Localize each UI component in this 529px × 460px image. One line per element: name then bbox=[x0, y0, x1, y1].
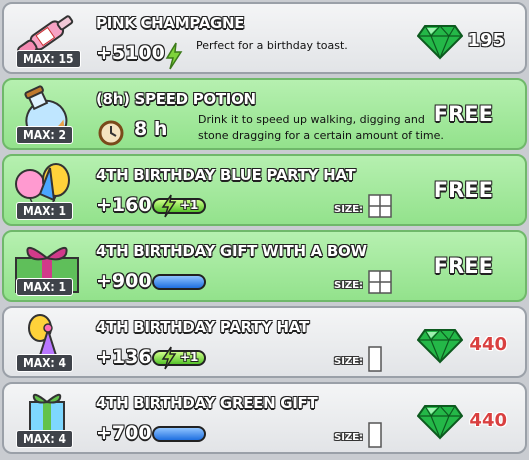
size-label: SIZE: bbox=[334, 432, 364, 443]
item-name: 4TH BIRTHDAY PARTY HAT bbox=[96, 318, 309, 336]
max-quantity-badge: MAX: 4 bbox=[16, 354, 74, 372]
max-quantity-badge: MAX: 1 bbox=[16, 278, 74, 296]
shop-item-blue-party-hat[interactable]: MAX: 1 4TH BIRTHDAY BLUE PARTY HAT +160 … bbox=[2, 154, 527, 226]
score-value: +5100 bbox=[96, 42, 165, 64]
lightning-icon bbox=[161, 194, 177, 218]
shop-item-party-hat[interactable]: MAX: 4 4TH BIRTHDAY PARTY HAT +136 +1 SI… bbox=[2, 306, 527, 378]
duration-value: 8 h bbox=[134, 118, 168, 140]
shop-item-green-gift[interactable]: MAX: 4 4TH BIRTHDAY GREEN GIFT +700 SIZE… bbox=[2, 382, 527, 454]
blue-bar-pill bbox=[152, 426, 206, 442]
size-grid-icon bbox=[368, 270, 392, 294]
score-value: +160 bbox=[96, 194, 152, 216]
score-value: +700 bbox=[96, 422, 152, 444]
emerald-gem-icon bbox=[417, 405, 463, 440]
item-name: (8h) SPEED POTION bbox=[96, 90, 256, 108]
price-value: 440 bbox=[469, 410, 507, 431]
size-label: SIZE: bbox=[334, 356, 364, 367]
energy-bonus-value: +1 bbox=[180, 198, 199, 212]
size-tile-icon bbox=[368, 422, 382, 448]
emerald-gem-icon bbox=[417, 25, 463, 60]
emerald-gem-icon bbox=[417, 329, 463, 364]
lightning-icon bbox=[161, 346, 177, 370]
blue-bar-pill bbox=[152, 274, 206, 290]
energy-bonus-value: +1 bbox=[180, 350, 199, 364]
lightning-icon bbox=[165, 42, 183, 70]
shop-item-gift-with-bow[interactable]: MAX: 1 4TH BIRTHDAY GIFT WITH A BOW +900… bbox=[2, 230, 527, 302]
free-price-label: FREE bbox=[433, 254, 493, 278]
energy-bonus-pill: +1 bbox=[152, 194, 206, 218]
item-description: Perfect for a birthday toast. bbox=[196, 39, 348, 52]
score-value: +900 bbox=[96, 270, 152, 292]
max-quantity-badge: MAX: 2 bbox=[16, 126, 74, 144]
max-quantity-badge: MAX: 4 bbox=[16, 430, 74, 448]
item-name: PINK CHAMPAGNE bbox=[96, 14, 245, 32]
price-value: 195 bbox=[467, 30, 505, 51]
shop-item-list: MAX: 15 PINK CHAMPAGNE +5100 Perfect for… bbox=[0, 0, 529, 460]
shop-item-speed-potion[interactable]: MAX: 2 (8h) SPEED POTION 8 h Drink it to… bbox=[2, 78, 527, 150]
size-label: SIZE: bbox=[334, 280, 364, 291]
item-name: 4TH BIRTHDAY BLUE PARTY HAT bbox=[96, 166, 356, 184]
score-value: +136 bbox=[96, 346, 152, 368]
item-name: 4TH BIRTHDAY GIFT WITH A BOW bbox=[96, 242, 367, 260]
size-grid-icon bbox=[368, 194, 392, 218]
item-description: Drink it to speed up walking, digging an… bbox=[198, 113, 444, 142]
size-label: SIZE: bbox=[334, 204, 364, 215]
max-quantity-badge: MAX: 1 bbox=[16, 202, 74, 220]
item-name: 4TH BIRTHDAY GREEN GIFT bbox=[96, 394, 318, 412]
clock-icon bbox=[98, 120, 124, 146]
price-value: 440 bbox=[469, 334, 507, 355]
energy-bonus-pill: +1 bbox=[152, 346, 206, 370]
free-price-label: FREE bbox=[433, 178, 493, 202]
max-quantity-badge: MAX: 15 bbox=[16, 50, 81, 68]
size-tile-icon bbox=[368, 346, 382, 372]
free-price-label: FREE bbox=[433, 102, 493, 126]
shop-item-pink-champagne[interactable]: MAX: 15 PINK CHAMPAGNE +5100 Perfect for… bbox=[2, 2, 527, 74]
